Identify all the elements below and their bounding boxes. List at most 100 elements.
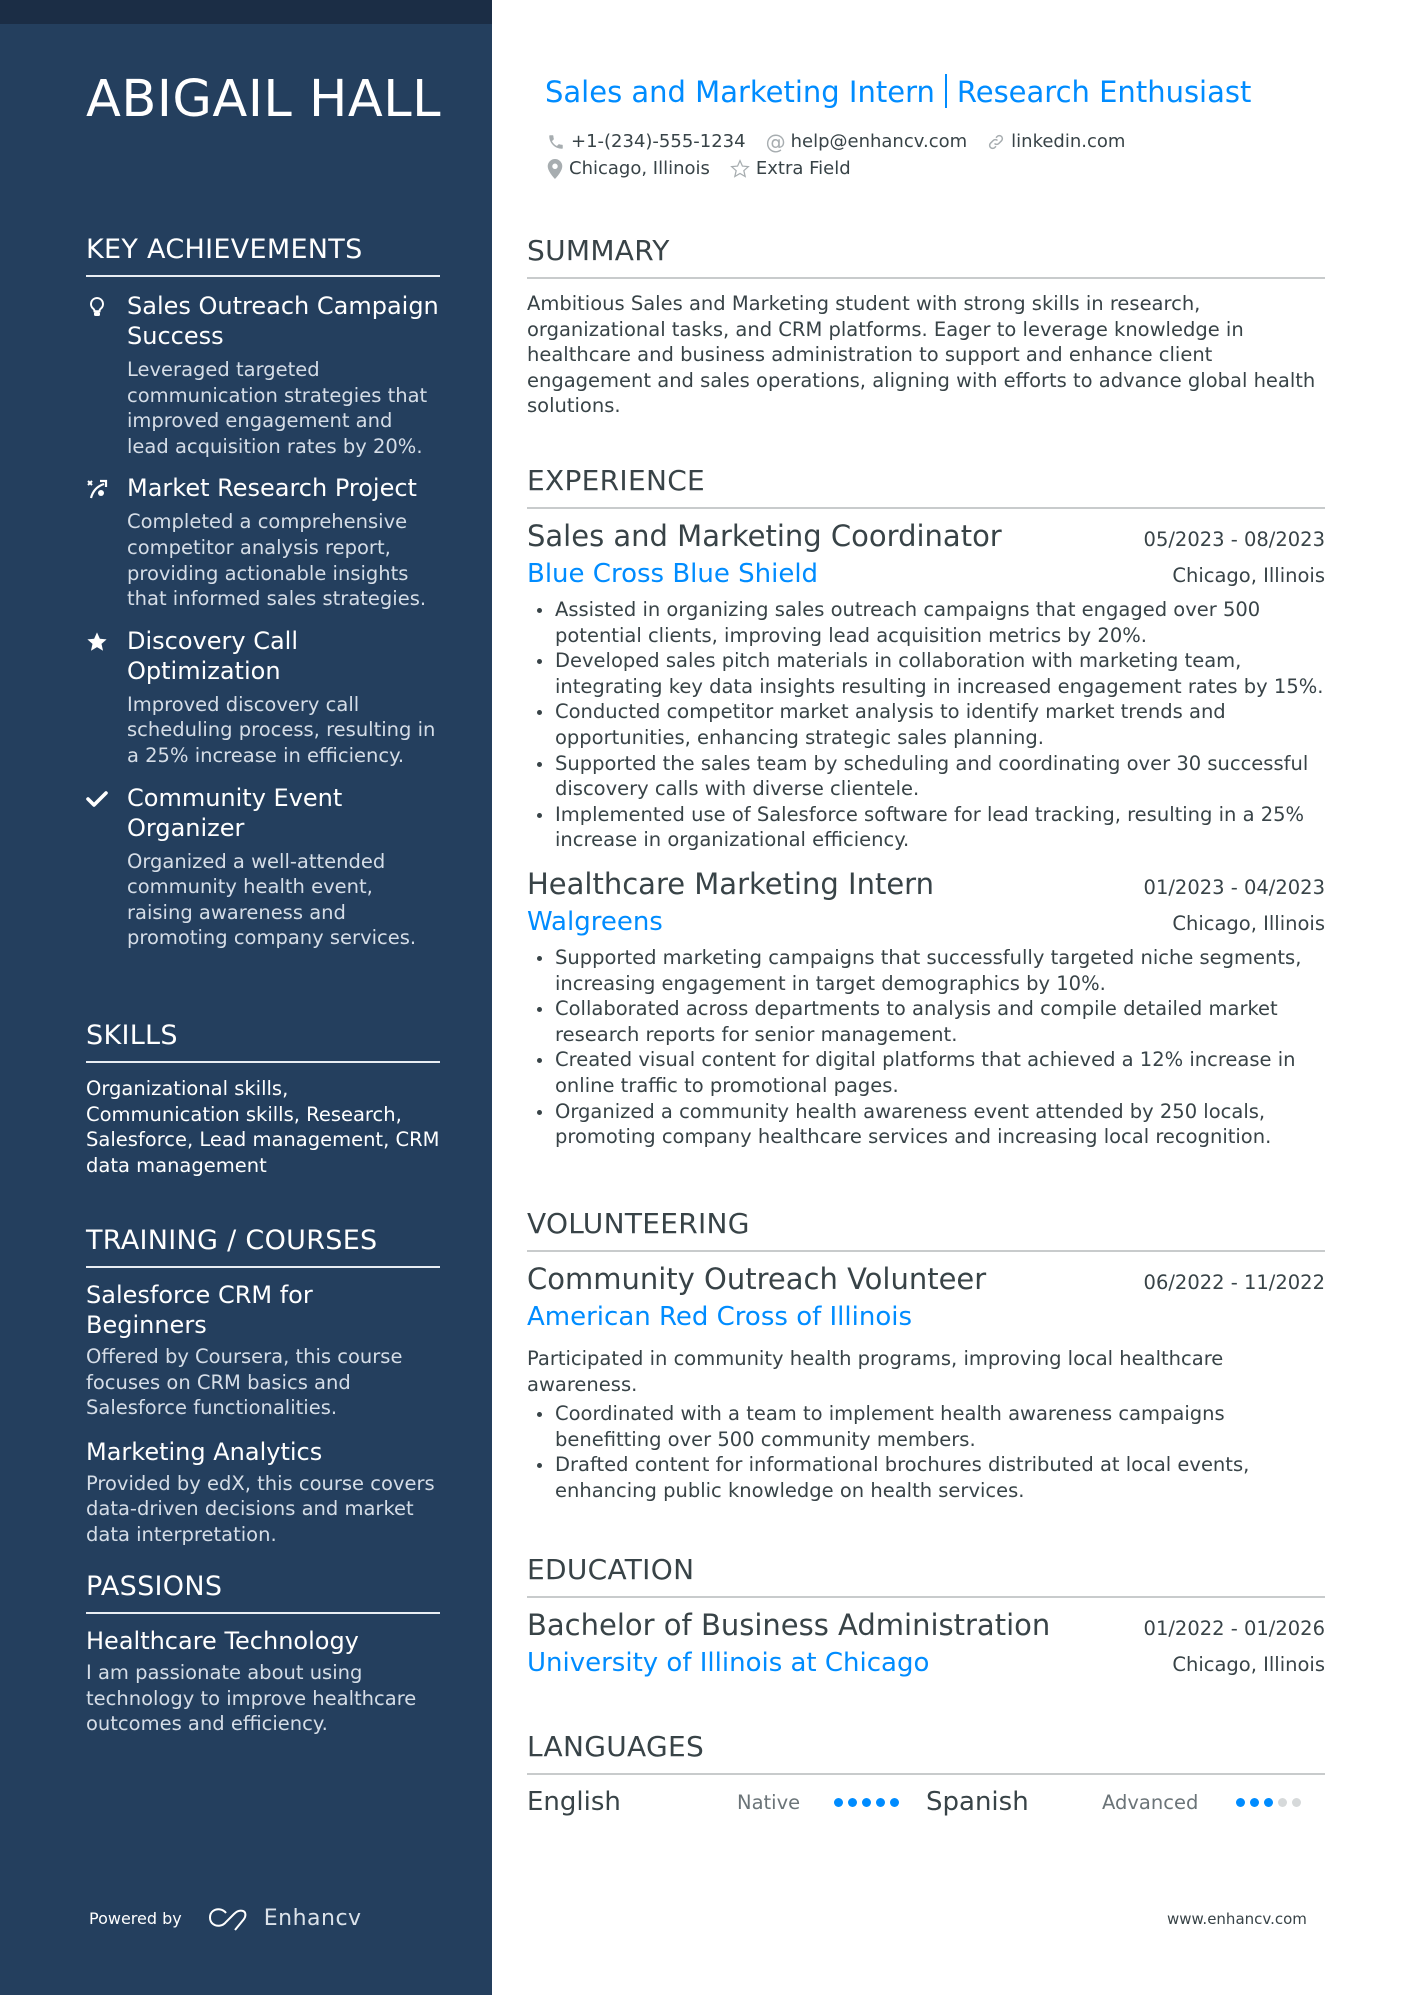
bullet-item: Implemented use of Salesforce software f… — [527, 802, 1325, 853]
language-level: Advanced — [1102, 1790, 1199, 1814]
strategy-icon — [86, 478, 108, 500]
education-section: EDUCATION Bachelor of Business Administr… — [527, 1553, 1325, 1678]
candidate-name: ABIGAIL HALL — [86, 70, 442, 129]
rating-dot-filled — [834, 1797, 843, 1807]
passion-description: I am passionate about using technology t… — [86, 1661, 417, 1736]
organization-name[interactable]: American Red Cross of Illinois — [527, 1302, 912, 1332]
section-heading: EXPERIENCE — [527, 464, 1325, 509]
passion-item: Healthcare Technology I am passionate ab… — [86, 1626, 440, 1737]
language-rating — [834, 1797, 899, 1807]
headline-role: Sales and Marketing Intern — [545, 75, 935, 109]
achievement-item: Market Research Project Completed a comp… — [86, 473, 440, 611]
role-title: Community Outreach Volunteer — [527, 1262, 987, 1296]
checkmark-icon — [86, 788, 108, 810]
training-section: TRAINING / COURSES Salesforce CRM for Be… — [86, 1225, 440, 1548]
location-pin-icon — [547, 158, 563, 179]
bullet-item: Supported the sales team by scheduling a… — [527, 751, 1325, 802]
course-item: Salesforce CRM for Beginners Offered by … — [86, 1280, 440, 1421]
languages-section: LANGUAGES English Native Spanish Advance… — [527, 1730, 1325, 1817]
skills-section: SKILLS Organizational skills, Communicat… — [86, 1020, 440, 1178]
enhancv-brand: Enhancv — [263, 1905, 362, 1931]
achievement-description: Leveraged targeted communication strateg… — [127, 358, 428, 458]
job-dates: 01/2023 - 04/2023 — [1143, 875, 1325, 899]
role-description: Participated in community health program… — [527, 1347, 1224, 1396]
sidebar-top-strip — [0, 0, 492, 24]
language-rating — [1236, 1797, 1301, 1807]
rating-dot-filled — [1236, 1797, 1245, 1807]
summary-section: SUMMARY Ambitious Sales and Marketing st… — [527, 234, 1325, 419]
job-bullets: Assisted in organizing sales outreach ca… — [527, 597, 1325, 853]
achievement-title: Market Research Project — [127, 474, 417, 503]
at-icon: @ — [765, 129, 786, 154]
summary-text: Ambitious Sales and Marketing student wi… — [527, 292, 1316, 418]
company-name[interactable]: Blue Cross Blue Shield — [527, 559, 818, 589]
section-heading: TRAINING / COURSES — [86, 1225, 440, 1268]
achievement-description: Organized a well-attended community heal… — [127, 849, 417, 950]
achievement-item: Discovery Call Optimization Improved dis… — [86, 626, 440, 769]
powered-by: Powered by Enhancv — [89, 1905, 362, 1931]
footer-url[interactable]: www.enhancv.com — [1167, 1910, 1307, 1928]
headline-focus: Research Enthusiast — [956, 75, 1252, 109]
enhancv-logo[interactable]: Enhancv — [208, 1905, 362, 1931]
achievement-item: Sales Outreach Campaign Success Leverage… — [86, 291, 440, 459]
bullet-item: Drafted content for informational brochu… — [527, 1452, 1325, 1503]
bullet-item: Assisted in organizing sales outreach ca… — [527, 597, 1325, 648]
bullet-item: Coordinated with a team to implement hea… — [527, 1401, 1325, 1452]
headline-separator — [944, 74, 947, 108]
contact-link[interactable]: linkedin.com — [987, 131, 1125, 152]
education-dates: 01/2022 - 01/2026 — [1143, 1617, 1325, 1640]
volunteering-section: VOLUNTEERING Community Outreach Voluntee… — [527, 1207, 1325, 1504]
role-bullets: Coordinated with a team to implement hea… — [527, 1401, 1325, 1503]
section-heading: EDUCATION — [527, 1553, 1325, 1598]
achievement-description: Improved discovery call scheduling proce… — [127, 692, 436, 767]
section-heading: LANGUAGES — [527, 1730, 1325, 1775]
passions-section: PASSIONS Healthcare Technology I am pass… — [86, 1571, 440, 1737]
bullet-item: Developed sales pitch materials in colla… — [527, 648, 1325, 699]
link-icon — [989, 134, 1004, 149]
course-title: Salesforce CRM for Beginners — [86, 1281, 313, 1339]
section-heading: SUMMARY — [527, 234, 1325, 279]
rating-dot-filled — [890, 1797, 899, 1807]
contact-extra: Extra Field — [730, 158, 851, 179]
contact-info: +1-(234)-555-1234 @ help@enhancv.com lin… — [547, 128, 1145, 182]
degree: Bachelor of Business Administration — [527, 1608, 1051, 1642]
achievement-title: Discovery Call Optimization — [127, 626, 298, 685]
job-location: Chicago, Illinois — [1172, 564, 1325, 587]
rating-dot-filled — [1250, 1797, 1259, 1807]
rating-dot-filled — [862, 1797, 871, 1807]
job-title: Sales and Marketing Coordinator — [527, 519, 1002, 553]
education-entry: Bachelor of Business Administration 01/2… — [527, 1608, 1325, 1678]
powered-by-label: Powered by — [89, 1908, 182, 1928]
achievement-title: Sales Outreach Campaign Success — [127, 292, 439, 350]
contact-email[interactable]: @ help@enhancv.com — [766, 130, 968, 154]
rating-dot-empty — [1278, 1797, 1287, 1807]
language-item: English Native — [527, 1787, 926, 1817]
language-name: Spanish — [926, 1787, 1029, 1817]
course-description: Offered by Coursera, this course focuses… — [86, 1345, 403, 1420]
company-name[interactable]: Walgreens — [527, 907, 663, 937]
lightbulb-icon — [86, 296, 108, 318]
section-heading: VOLUNTEERING — [527, 1207, 1325, 1252]
job-dates: 05/2023 - 08/2023 — [1143, 528, 1325, 551]
role-dates: 06/2022 - 11/2022 — [1143, 1271, 1325, 1294]
headline: Sales and Marketing Intern Research Enthu… — [545, 74, 1251, 109]
school-location: Chicago, Illinois — [1172, 1653, 1325, 1676]
contact-location: Chicago, Illinois — [547, 158, 710, 179]
phone-icon — [549, 134, 563, 149]
rating-dot-filled — [1264, 1797, 1273, 1807]
school-name[interactable]: University of Illinois at Chicago — [527, 1648, 929, 1678]
job-location: Chicago, Illinois — [1172, 911, 1325, 935]
star-outline-icon — [730, 158, 750, 178]
course-title: Marketing Analytics — [86, 1437, 323, 1466]
rating-dot-empty — [1292, 1797, 1301, 1807]
key-achievements-section: KEY ACHIEVEMENTS Sales Outreach Campaign… — [86, 234, 440, 951]
bullet-item: Created visual content for digital platf… — [527, 1047, 1325, 1098]
section-heading: KEY ACHIEVEMENTS — [86, 234, 440, 277]
bullet-item: Collaborated across departments to analy… — [527, 996, 1325, 1047]
job-bullets: Supported marketing campaigns that succe… — [527, 945, 1325, 1150]
contact-phone: +1-(234)-555-1234 — [547, 131, 746, 152]
language-item: Spanish Advanced — [926, 1787, 1325, 1817]
bullet-item: Organized a community health awareness e… — [527, 1099, 1325, 1150]
course-description: Provided by edX, this course covers data… — [86, 1471, 435, 1546]
course-item: Marketing Analytics Provided by edX, thi… — [86, 1437, 440, 1548]
